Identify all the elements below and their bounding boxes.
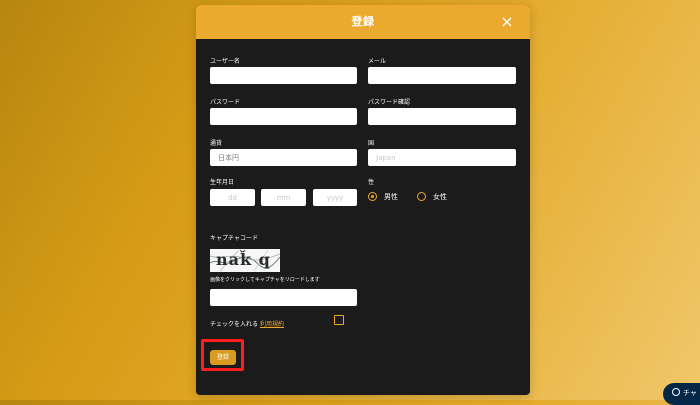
- captcha-image[interactable]: naǩ q: [210, 249, 280, 272]
- radio-selected-icon: [368, 192, 377, 201]
- radio-unselected-icon: [417, 192, 426, 201]
- chat-button[interactable]: チャ: [663, 383, 700, 405]
- captcha-input[interactable]: [210, 289, 357, 306]
- captcha-hint: 画像をクリックしてキャプチャをリロードします: [210, 277, 320, 283]
- currency-label: 通貨: [210, 140, 223, 147]
- password-label: パスワード: [210, 99, 241, 106]
- birthdate-label: 生年月日: [210, 179, 235, 186]
- modal-title: 登録: [351, 15, 375, 28]
- currency-input[interactable]: [210, 149, 357, 166]
- gender-female-label: 女性: [433, 193, 447, 201]
- country-label: 国: [368, 140, 375, 147]
- close-icon[interactable]: ×: [499, 14, 515, 30]
- captcha-label: キャプチャコード: [210, 235, 258, 242]
- password-input[interactable]: [210, 108, 357, 125]
- chat-icon: [672, 388, 680, 396]
- country-input[interactable]: [368, 149, 516, 166]
- gender-label: 性: [368, 179, 375, 186]
- password-confirm-label: パスワード確認: [368, 99, 411, 106]
- email-label: メール: [368, 58, 387, 65]
- register-button-highlight: [201, 339, 244, 371]
- password-confirm-input[interactable]: [368, 108, 516, 125]
- birth-month-input[interactable]: [261, 189, 306, 206]
- captcha-image-text: naǩ q: [216, 250, 271, 269]
- username-label: ユーザー名: [210, 58, 240, 65]
- birth-year-input[interactable]: [313, 189, 357, 206]
- terms-checkbox[interactable]: [334, 315, 344, 325]
- username-input[interactable]: [210, 67, 357, 84]
- registration-modal: 登録 × ユーザー名 メール パスワード パスワード確認 通貨 国 生年月日 性…: [196, 5, 530, 395]
- email-input[interactable]: [368, 67, 516, 84]
- gender-radio-group: 男性 女性: [368, 190, 458, 204]
- modal-header: 登録 ×: [196, 5, 530, 39]
- birth-day-input[interactable]: [210, 189, 255, 206]
- terms-link[interactable]: 利用規約: [260, 321, 284, 328]
- chat-label: チャ: [683, 389, 697, 397]
- terms-prefix: チェックを入れる: [210, 321, 259, 328]
- gender-male-label: 男性: [384, 193, 398, 201]
- terms-text: チェックを入れる 利用規約: [210, 321, 284, 329]
